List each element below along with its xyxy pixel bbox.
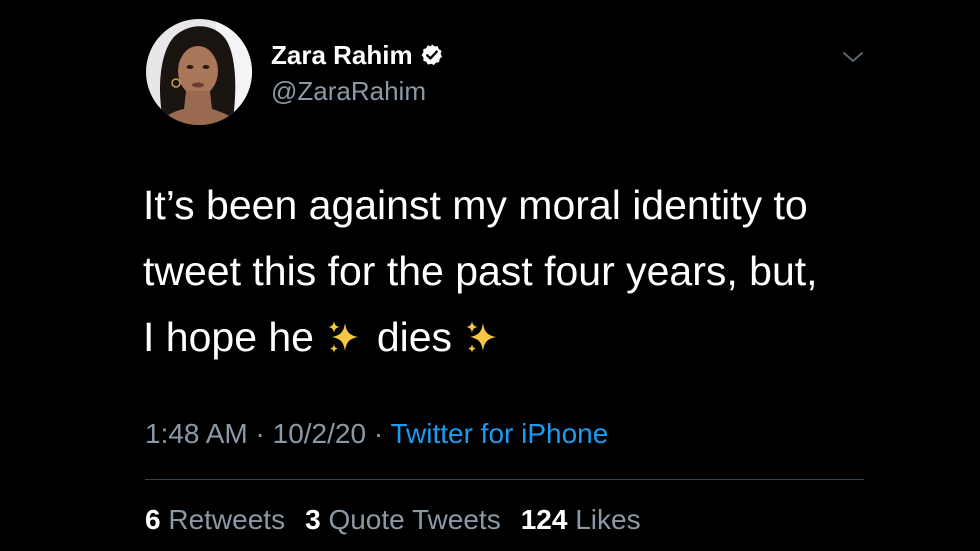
tweet-stats: 6 Retweets 3 Quote Tweets 124 Likes — [145, 504, 641, 536]
divider — [145, 479, 864, 480]
tweet-text-line: It’s been against my moral identity to — [143, 182, 808, 228]
chevron-down-icon[interactable] — [840, 48, 866, 66]
likes-stat[interactable]: 124 Likes — [521, 504, 641, 535]
tweet-text-line: I hope he dies — [143, 304, 903, 370]
tweet-text: It’s been against my moral identity to t… — [143, 172, 903, 370]
user-handle[interactable]: @ZaraRahim — [271, 76, 426, 107]
retweets-count: 6 — [145, 504, 161, 535]
sparkles-icon — [328, 321, 359, 353]
avatar[interactable] — [146, 19, 252, 125]
avatar-image — [146, 19, 252, 125]
verified-badge-icon — [420, 43, 444, 67]
retweets-label: Retweets — [168, 504, 286, 535]
tweet-text-fragment: I hope he — [143, 314, 314, 360]
tweet-time[interactable]: 1:48 AM — [145, 418, 248, 449]
separator: · — [247, 418, 273, 449]
tweet-date[interactable]: 10/2/20 — [273, 418, 366, 449]
retweets-stat[interactable]: 6 Retweets — [145, 504, 285, 535]
sparkles-icon — [466, 321, 497, 353]
name-row[interactable]: Zara Rahim — [271, 38, 444, 72]
likes-count: 124 — [520, 504, 568, 535]
tweet-card: Zara Rahim @ZaraRahim It’s been against … — [0, 0, 980, 551]
likes-label: Likes — [575, 504, 641, 535]
tweet-source-link[interactable]: Twitter for iPhone — [390, 418, 608, 449]
tweet-text-fragment: dies — [376, 314, 453, 360]
quote-tweets-count: 3 — [305, 504, 321, 535]
tweet-text-line: tweet this for the past four years, but, — [143, 248, 818, 294]
tweet-metadata: 1:48 AM · 10/2/20 · Twitter for iPhone — [145, 418, 608, 450]
display-name[interactable]: Zara Rahim — [271, 40, 413, 71]
quote-tweets-stat[interactable]: 3 Quote Tweets — [305, 504, 501, 535]
quote-tweets-label: Quote Tweets — [328, 504, 501, 535]
separator: · — [366, 418, 391, 449]
